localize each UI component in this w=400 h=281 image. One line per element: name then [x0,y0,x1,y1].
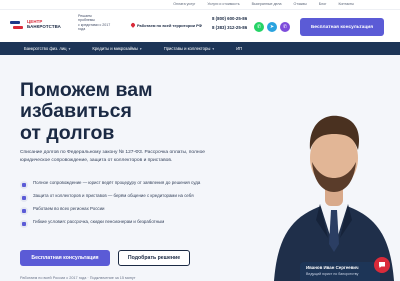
region-info: Работаем по всей территории РФ [131,23,202,28]
nav-item-loans[interactable]: Кредиты и микрозаймы ▾ [92,46,141,51]
phone-1[interactable]: 8 (800) 600-25-86 [212,16,247,21]
feature-text: Полное сопровождение — юрист ведёт проце… [33,180,201,185]
chevron-down-icon: ▾ [68,46,71,51]
header-consultation-button[interactable]: Бесплатная консультация [300,18,384,36]
feature-item: Полное сопровождение — юрист ведёт проце… [20,180,230,189]
main-nav: Банкротство физ. лиц ▾ Кредиты и микроза… [0,42,400,55]
specialist-role: Ведущий юрист по банкротству [306,272,359,276]
chevron-down-icon: ▾ [139,46,142,51]
hero-title: Поможем вам избавиться от долгов [20,79,250,144]
nav-item-label: ИП [236,46,243,51]
shield-icon [20,194,28,202]
checkbox-icon [20,220,28,228]
location-pin-icon [131,23,135,28]
nav-item-label: Кредиты и микрозаймы [92,46,138,51]
whatsapp-icon[interactable]: ✆ [254,22,264,32]
hero-title-line: избавиться [20,100,132,123]
nav-item-bailiffs[interactable]: Приставы и коллекторы ▾ [164,46,214,51]
specialist-photo [274,115,394,281]
top-link-cases[interactable]: Выигранные дела [252,2,282,6]
hero-title-line: от долгов [20,121,115,144]
tagline-line: года [78,27,86,32]
specialist-badge: Иванов Иван Сергеевич Ведущий юрист по б… [300,262,380,281]
map-icon [20,207,28,215]
feature-item: Гибкие условия: рассрочка, скидки пенсио… [20,219,230,228]
telegram-icon[interactable]: ➤ [267,22,277,32]
logo-line-2: банкротства [27,24,61,29]
top-link-contacts[interactable]: Контакты [338,2,354,6]
phone-2[interactable]: 8 (383) 312-25-86 [212,25,247,30]
chat-widget-button[interactable] [374,257,390,273]
nav-item-label: Банкротство физ. лиц [24,46,67,51]
messenger-links: ✆ ➤ ✆ [254,22,290,32]
viber-icon[interactable]: ✆ [280,22,290,32]
logo[interactable]: Центр банкротства [10,18,61,32]
nav-item-ip[interactable]: ИП [236,46,242,51]
hero-lead: Списание долгов по Федеральному закону №… [20,150,206,163]
find-solution-button[interactable]: Подобрать решение [118,250,190,266]
logo-mark-icon [10,18,24,32]
nav-item-bankruptcy[interactable]: Банкротство физ. лиц ▾ [24,46,70,51]
feature-text: Защита от коллекторов и приставов — берё… [33,193,194,198]
hero-title-line: Поможем вам [20,79,153,101]
phone-numbers: 8 (800) 600-25-86 8 (383) 312-25-86 [212,16,247,30]
top-links: Оплата услуг Услуги и стоимость Выигранн… [173,2,354,6]
chat-bubble-icon [379,262,385,268]
top-link-blog[interactable]: Блог [319,2,327,6]
top-link-services[interactable]: Услуги и стоимость [207,2,239,6]
site-header: Центр банкротства Решаем проблемы с кред… [0,10,400,42]
nav-item-label: Приставы и коллекторы [163,46,211,51]
top-link-reviews[interactable]: Отзывы [294,2,307,6]
feature-list: Полное сопровождение — юрист ведёт проце… [20,180,230,232]
hero-footnote: Работаем по всей России с 2017 года · По… [20,276,136,280]
feature-item: Работаем во всех регионах России [20,206,230,215]
header-tagline: Решаем проблемы с кредитами с 2017 года [78,14,122,32]
logo-text: Центр банкротства [27,20,61,29]
top-utility-bar: Оплата услуг Услуги и стоимость Выигранн… [0,0,400,10]
free-consultation-button[interactable]: Бесплатная консультация [20,250,110,266]
region-text: Работаем по всей территории РФ [137,23,202,28]
specialist-name: Иванов Иван Сергеевич [306,265,359,270]
chevron-down-icon: ▾ [212,46,215,51]
feature-text: Гибкие условия: рассрочка, скидки пенсио… [33,219,165,224]
feature-text: Работаем во всех регионах России [33,206,105,211]
document-icon [20,181,28,189]
feature-item: Защита от коллекторов и приставов — берё… [20,193,230,202]
top-link-payment[interactable]: Оплата услуг [173,2,195,6]
